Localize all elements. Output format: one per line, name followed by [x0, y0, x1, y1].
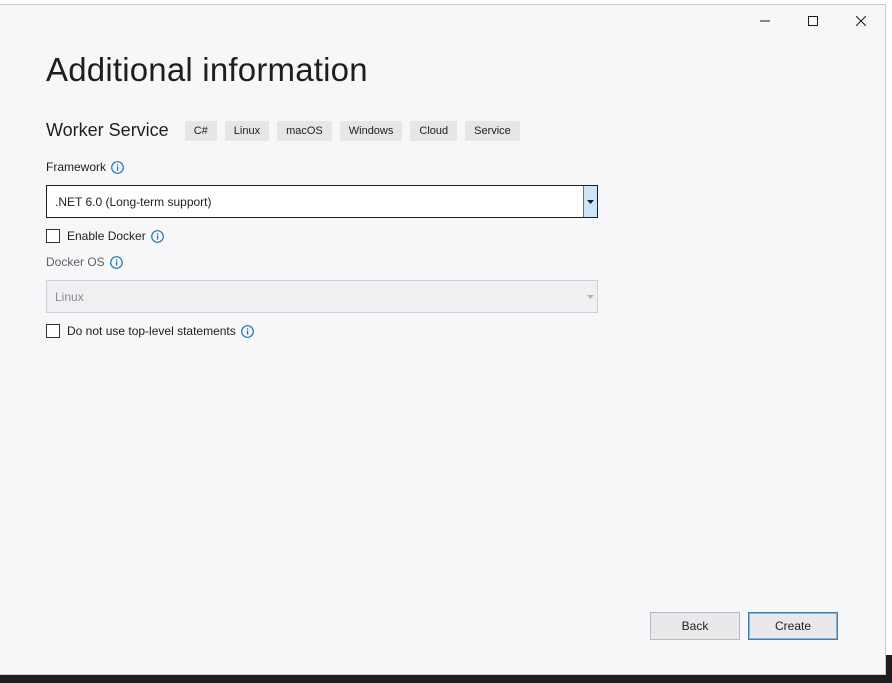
- minimize-button[interactable]: [741, 5, 789, 37]
- framework-label: Framework: [46, 160, 107, 174]
- top-level-statements-checkbox[interactable]: [46, 324, 60, 338]
- template-tag: macOS: [277, 120, 332, 141]
- top-level-statements-row: Do not use top-level statements: [46, 324, 254, 338]
- chevron-down-icon: [587, 294, 594, 299]
- enable-docker-label[interactable]: Enable Docker: [67, 229, 146, 243]
- template-tag: Service: [465, 120, 520, 141]
- minimize-icon: [760, 20, 770, 22]
- info-icon[interactable]: [150, 229, 164, 243]
- close-icon: [856, 16, 866, 26]
- framework-dropdown-button[interactable]: [583, 186, 597, 217]
- close-button[interactable]: [837, 5, 885, 37]
- template-tag: Cloud: [410, 120, 458, 141]
- template-name: Worker Service: [46, 120, 169, 140]
- additional-information-dialog: Additional information Worker Service C#…: [0, 4, 886, 675]
- info-icon[interactable]: [111, 160, 124, 174]
- template-tag: Linux: [224, 120, 270, 141]
- framework-label-row: Framework: [46, 160, 124, 174]
- maximize-icon: [808, 16, 818, 26]
- enable-docker-row: Enable Docker: [46, 229, 164, 243]
- create-button[interactable]: Create: [748, 612, 838, 640]
- back-button[interactable]: Back: [650, 612, 740, 640]
- template-summary: Worker Service C# Linux macOS Windows Cl…: [46, 120, 528, 141]
- docker-os-label-row: Docker OS: [46, 255, 123, 269]
- info-icon[interactable]: [240, 324, 254, 338]
- template-tag: C#: [184, 120, 217, 141]
- info-icon[interactable]: [109, 255, 123, 269]
- maximize-button[interactable]: [789, 5, 837, 37]
- background-window-edge: [886, 655, 892, 683]
- page-title: Additional information: [46, 51, 368, 88]
- enable-docker-checkbox[interactable]: [46, 229, 60, 243]
- framework-selected-value: .NET 6.0 (Long-term support): [55, 194, 212, 209]
- template-tag: Windows: [339, 120, 403, 141]
- top-level-statements-label[interactable]: Do not use top-level statements: [67, 324, 236, 338]
- framework-select[interactable]: .NET 6.0 (Long-term support): [46, 185, 598, 218]
- window-controls: [741, 5, 885, 39]
- chevron-down-icon: [587, 199, 594, 204]
- docker-os-select: Linux: [46, 280, 598, 313]
- docker-os-dropdown-button: [584, 281, 597, 312]
- docker-os-label: Docker OS: [46, 255, 105, 269]
- docker-os-selected-value: Linux: [55, 289, 84, 304]
